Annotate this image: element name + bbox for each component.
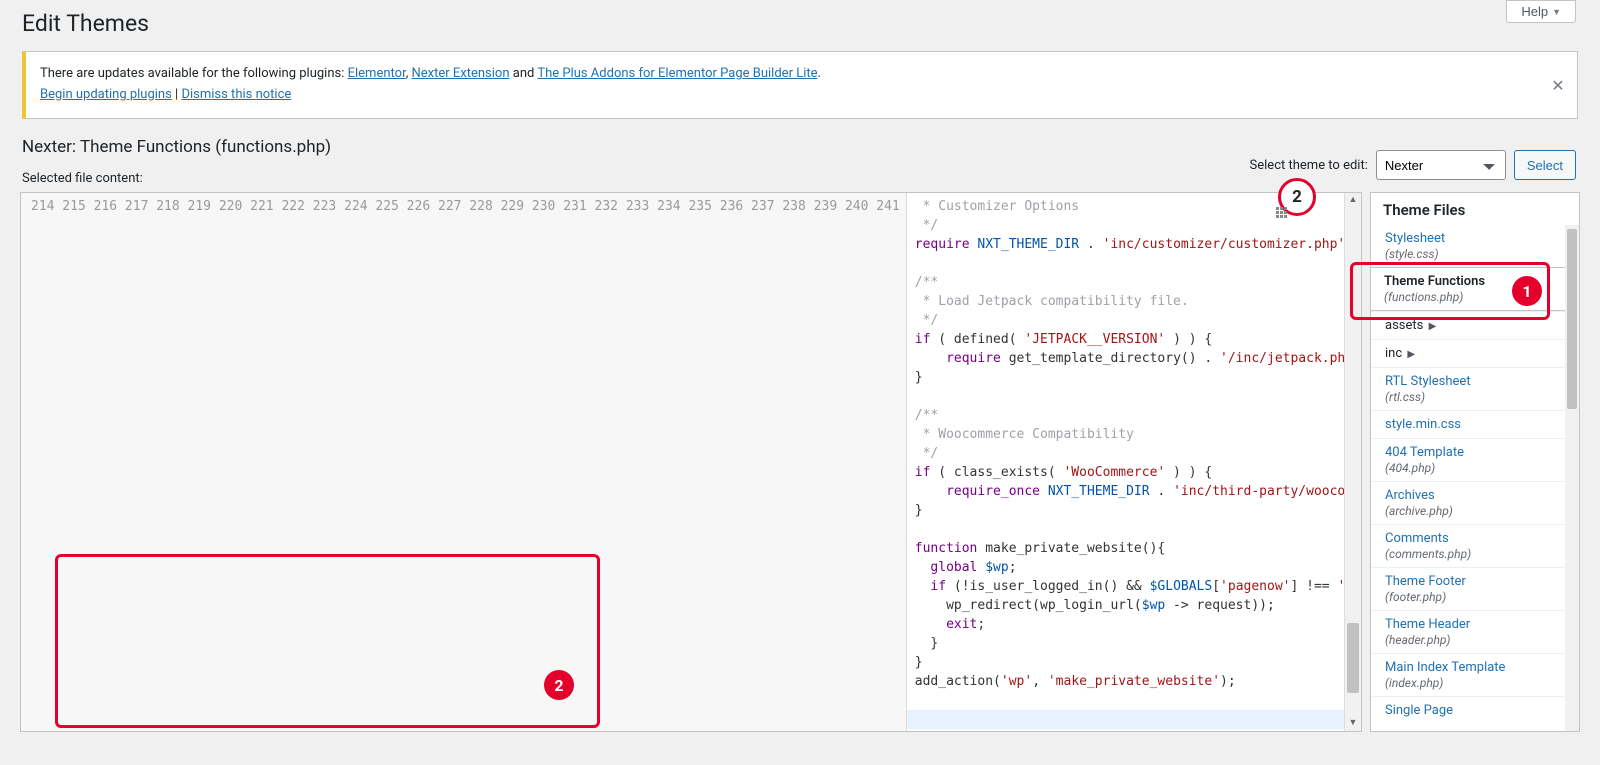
select-theme-label: Select theme to edit: (1250, 158, 1368, 173)
notice-sep: | (172, 87, 182, 102)
tree-item-archives[interactable]: Archives(archive.php) (1371, 481, 1565, 524)
chevron-right-icon: ▶ (1407, 349, 1415, 360)
select-button[interactable]: Select (1514, 150, 1576, 180)
help-tab[interactable]: Help ▼ (1506, 0, 1576, 23)
help-label: Help (1521, 4, 1548, 19)
tree-item-main-index-template[interactable]: Main Index Template(index.php) (1371, 653, 1565, 696)
resize-grip-icon (1276, 207, 1288, 219)
notice-prefix: There are updates available for the foll… (40, 66, 348, 81)
tree-item-inc[interactable]: inc ▶ (1371, 339, 1565, 367)
editor-scrollbar[interactable]: ▲ ▼ (1344, 193, 1361, 731)
page-title: Edit Themes (22, 10, 1580, 37)
scroll-up-icon[interactable]: ▲ (1345, 193, 1361, 208)
theme-files-panel: Theme Files Stylesheet(style.css)Theme F… (1370, 192, 1580, 732)
tree-item-comments[interactable]: Comments(comments.php) (1371, 524, 1565, 567)
notice-join-1: and (510, 66, 538, 81)
line-gutter: 214 215 216 217 218 219 220 221 222 223 … (21, 193, 907, 731)
dismiss-notice-link[interactable]: Dismiss this notice (181, 87, 291, 102)
file-heading-filename: (functions.php) (215, 137, 331, 157)
tree-item-style-min-css[interactable]: style.min.css (1371, 410, 1565, 438)
tree-item-theme-functions[interactable]: Theme Functions(functions.php) (1371, 267, 1566, 311)
tree-scrollbar[interactable] (1565, 225, 1579, 731)
tree-item-assets[interactable]: assets ▶ (1371, 311, 1565, 339)
tree-item-single-page[interactable]: Single Page (1371, 696, 1565, 724)
theme-file-list: Stylesheet(style.css)Theme Functions(fun… (1371, 225, 1565, 724)
tree-item-theme-header[interactable]: Theme Header(header.php) (1371, 610, 1565, 653)
chevron-right-icon: ▶ (1429, 321, 1437, 332)
notice-suffix: . (818, 66, 821, 81)
tree-item-404-template[interactable]: 404 Template(404.php) (1371, 438, 1565, 481)
file-heading-label: Theme Functions (80, 137, 211, 157)
theme-select-row: Select theme to edit: Nexter Select (1250, 150, 1576, 180)
theme-select[interactable]: Nexter (1376, 150, 1506, 180)
notice-link-elementor[interactable]: Elementor (348, 66, 406, 81)
tree-item-stylesheet[interactable]: Stylesheet(style.css) (1371, 225, 1565, 267)
tree-item-theme-footer[interactable]: Theme Footer(footer.php) (1371, 567, 1565, 610)
tree-scroll-thumb[interactable] (1567, 229, 1577, 409)
scroll-down-icon[interactable]: ▼ (1345, 716, 1361, 731)
file-heading-prefix: Nexter (22, 137, 72, 157)
tree-item-rtl-stylesheet[interactable]: RTL Stylesheet(rtl.css) (1371, 367, 1565, 410)
notice-link-plus-addons[interactable]: The Plus Addons for Elementor Page Build… (537, 66, 817, 81)
code-content[interactable]: * Customizer Options */ require NXT_THEM… (907, 193, 1344, 731)
notice-link-nexter-ext[interactable]: Nexter Extension (412, 66, 510, 81)
begin-updating-link[interactable]: Begin updating plugins (40, 87, 172, 102)
scroll-thumb[interactable] (1347, 623, 1359, 693)
update-notice: There are updates available for the foll… (22, 51, 1578, 119)
code-editor[interactable]: 214 215 216 217 218 219 220 221 222 223 … (20, 192, 1362, 732)
chevron-down-icon: ▼ (1552, 7, 1561, 17)
theme-files-heading: Theme Files (1371, 193, 1579, 225)
close-icon[interactable]: ✕ (1549, 76, 1567, 94)
